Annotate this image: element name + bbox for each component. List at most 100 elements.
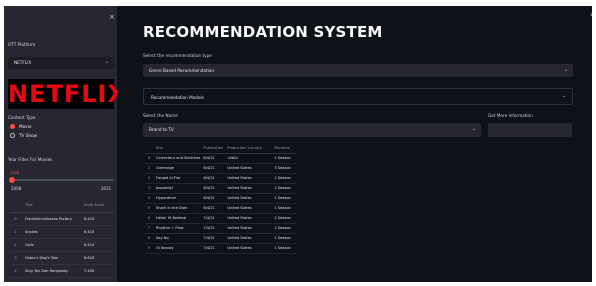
hamburger-menu-icon[interactable]: ≡ — [590, 11, 592, 18]
movie-table-row: 0 Frankenhumbacks Factory 6.410 — [10, 212, 114, 226]
show-name-label: Select the Name — [143, 113, 178, 118]
main-panel: ≡ RECOMMENDATION SYSTEM Select the recom… — [117, 6, 592, 282]
table-cell: Forged in Fire — [153, 173, 201, 184]
table-cell: Hubie's Dog's Tale — [21, 251, 80, 265]
table-cell: 1 — [145, 163, 153, 174]
radio-tv-show[interactable] — [10, 133, 15, 138]
table-cell: 1 Season — [271, 223, 298, 234]
table-cell: United States — [224, 183, 272, 194]
chevron-down-icon: ⌄ — [563, 67, 568, 73]
table-cell: 7/4/21 — [200, 213, 225, 224]
year-slider-min: 2008 — [11, 186, 22, 191]
show-name-select[interactable]: Brand to TV ⌄ — [143, 123, 481, 137]
year-filter-label: Year Filter For Movies — [8, 157, 53, 162]
movie-table-header: Title Imdb Score — [10, 199, 114, 213]
show-name-select-value: Brand to TV — [149, 127, 174, 132]
table-cell: 4 — [10, 264, 21, 278]
recommendation-table-row: 5 Shark in the Dark 6/4/21 United States 1 S… — [145, 203, 298, 214]
table-cell: 6/4/21 — [200, 173, 225, 184]
table-cell: 6.410 — [80, 212, 114, 226]
year-slider-track[interactable] — [12, 179, 114, 181]
chevron-down-icon: ⌄ — [561, 93, 566, 99]
recommendation-table-row: 8 Say No 7/4/21 United States 1 Season — [145, 233, 298, 244]
recommendation-table-row: 4 Hyperdrive 6/4/21 United States 1 Season — [145, 193, 298, 204]
table-cell: 9 — [145, 243, 153, 254]
table-cell: Hello! Hi-Nalimal — [153, 213, 201, 224]
platform-label: OTT Platform — [8, 42, 36, 47]
year-slider-handle[interactable] — [9, 177, 15, 183]
table-cell: 1 Season — [271, 173, 298, 184]
table-cell: United States — [224, 193, 272, 204]
table-cell: Correcteur and Sketches — [153, 153, 201, 164]
table-cell: United States — [224, 203, 272, 214]
table-cell: 7.400 — [80, 264, 114, 278]
table-cell: 7/4/21 — [200, 233, 225, 244]
column-header[interactable] — [10, 199, 21, 213]
rec-type-select[interactable]: Genre Based Recommendation ⌄ — [143, 64, 573, 77]
table-cell: 2 Season — [271, 213, 298, 224]
column-header[interactable]: Title — [21, 199, 80, 213]
content-type-label: Content Type — [8, 115, 36, 120]
info-input[interactable] — [488, 123, 572, 137]
table-cell: 3 — [145, 183, 153, 194]
table-cell: Owls — [21, 238, 80, 252]
table-cell: United States — [224, 233, 272, 244]
chevron-down-icon: ⌄ — [104, 59, 109, 65]
column-header[interactable]: Duration — [271, 144, 298, 154]
close-icon[interactable]: × — [109, 14, 115, 21]
table-cell: 6/4/21 — [200, 193, 225, 204]
year-slider-max: 2021 — [101, 186, 112, 191]
movie-table-row: 3 Hubie's Dog's Tale 6.620 — [10, 251, 114, 265]
recommendation-table-row: 0 Correcteur and Sketches 8/4/21 <NA> 1 Seas… — [145, 153, 298, 164]
table-cell: Sing Ten Dan Rangsaiky — [21, 264, 80, 278]
column-header[interactable] — [145, 144, 153, 154]
table-cell: 3 Season — [271, 163, 298, 174]
info-label: Get More Information — [488, 113, 533, 118]
table-cell: 3 — [10, 251, 21, 265]
recommendation-table-row: 9 Oi Beauty 7/4/21 United States 1 Season — [145, 243, 298, 254]
recommendation-table-row: 6 Hello! Hi-Nalimal 7/4/21 United States 2 S… — [145, 213, 298, 224]
radio-movie[interactable] — [10, 124, 15, 129]
table-cell: 6/4/21 — [200, 163, 225, 174]
table-cell: 8/4/21 — [200, 153, 225, 164]
recommendation-table-row: 1 Greenrige 6/4/21 United States 3 Season — [145, 163, 298, 174]
recommendation-table-row: 2 Forged in Fire 6/4/21 United States 1 Seas… — [145, 173, 298, 184]
year-slider-value: 2008 — [10, 171, 20, 175]
column-header[interactable]: Production Country — [224, 144, 272, 154]
movie-table-row: 4 Sing Ten Dan Rangsaiky 7.400 — [10, 264, 114, 278]
expander-label: Recommendation Models — [151, 95, 204, 100]
column-header[interactable]: Imdb Score — [80, 199, 114, 213]
movie-table-row: 2 Owls 6.410 — [10, 238, 114, 252]
table-cell: Oi Beauty — [153, 243, 201, 254]
movie-table: Title Imdb Score 0 Frankenhumbacks Factory… — [10, 199, 114, 278]
table-cell: 1 Season — [271, 153, 298, 164]
recommendation-table-row: 3 Jeopardy! 6/4/21 United States 1 Season — [145, 183, 298, 194]
table-cell: 6 — [145, 213, 153, 224]
table-cell: Greenrige — [153, 163, 201, 174]
recommendation-models-expander[interactable]: Recommendation Models ⌄ — [143, 88, 573, 105]
app-window: × OTT Platform NETFLIX ⌄ NETFLIX Content… — [0, 0, 596, 286]
radio-movie-label: Movie — [19, 124, 32, 129]
table-cell: 2 — [10, 238, 21, 252]
platform-select[interactable]: NETFLIX ⌄ — [8, 57, 114, 69]
table-cell: 1 Season — [271, 183, 298, 194]
table-cell: 1 Season — [271, 193, 298, 204]
table-cell: Jeopardy! — [153, 183, 201, 194]
movie-table-row: 1 Snakes 6.410 — [10, 225, 114, 239]
table-cell: Snakes — [21, 225, 80, 239]
recommendation-table-row: 7 Rhythm + Flow 7/4/21 United States 1 Seaso… — [145, 223, 298, 234]
rec-type-select-value: Genre Based Recommendation — [149, 68, 214, 73]
table-cell: 0 — [10, 212, 21, 226]
table-cell: 6.410 — [80, 238, 114, 252]
table-cell: 8 — [145, 233, 153, 244]
table-cell: 5 — [145, 203, 153, 214]
table-cell: 7/4/21 — [200, 223, 225, 234]
table-cell: 0 — [145, 153, 153, 164]
netflix-logo: NETFLIX — [8, 79, 117, 109]
table-cell: 6.410 — [80, 225, 114, 239]
column-header[interactable]: title — [153, 144, 201, 154]
column-header[interactable]: Publication — [200, 144, 225, 154]
table-cell: Say No — [153, 233, 201, 244]
table-cell: Rhythm + Flow — [153, 223, 201, 234]
table-cell: Frankenhumbacks Factory — [21, 212, 80, 226]
